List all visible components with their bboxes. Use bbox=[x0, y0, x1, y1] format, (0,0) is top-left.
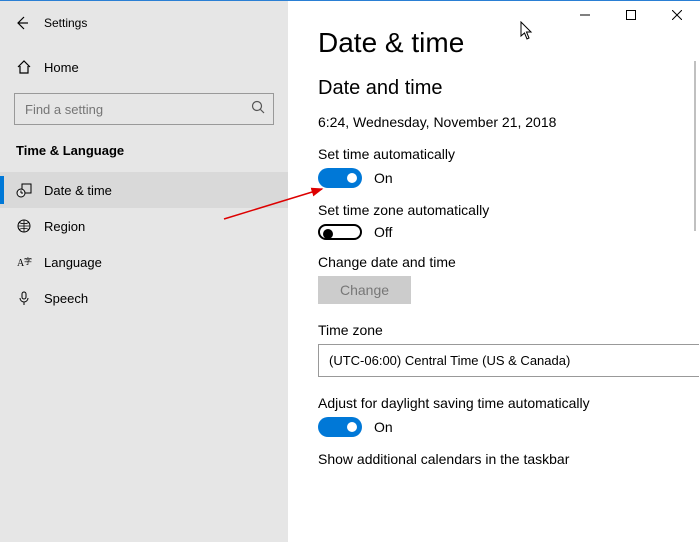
search-icon bbox=[251, 100, 265, 119]
set-time-auto-toggle[interactable] bbox=[318, 168, 362, 188]
svg-text:字: 字 bbox=[24, 256, 32, 266]
sidebar-category: Time & Language bbox=[0, 129, 288, 172]
timezone-value: (UTC-06:00) Central Time (US & Canada) bbox=[329, 353, 570, 368]
page-title: Date & time bbox=[318, 27, 700, 59]
sidebar-item-label: Region bbox=[44, 219, 85, 234]
window-controls bbox=[562, 1, 700, 29]
date-time-icon bbox=[16, 182, 44, 198]
change-date-time-label: Change date and time bbox=[318, 254, 700, 270]
set-tz-auto-toggle[interactable] bbox=[318, 224, 362, 240]
additional-calendars-label: Show additional calendars in the taskbar bbox=[318, 451, 700, 467]
set-tz-auto-label: Set time zone automatically bbox=[318, 202, 700, 218]
microphone-icon bbox=[16, 290, 44, 306]
main-content: Date & time Date and time 6:24, Wednesda… bbox=[288, 1, 700, 542]
close-button[interactable] bbox=[654, 1, 700, 29]
search-box[interactable] bbox=[14, 93, 274, 125]
home-icon bbox=[16, 59, 44, 75]
dst-label: Adjust for daylight saving time automati… bbox=[318, 395, 700, 411]
minimize-button[interactable] bbox=[562, 1, 608, 29]
timezone-label: Time zone bbox=[318, 322, 700, 338]
sidebar: Settings Home Time & Language Date & bbox=[0, 1, 288, 542]
set-time-auto-label: Set time automatically bbox=[318, 146, 700, 162]
sidebar-item-speech[interactable]: Speech bbox=[0, 280, 288, 316]
sidebar-item-region[interactable]: Region bbox=[0, 208, 288, 244]
language-icon: A字 bbox=[16, 254, 44, 270]
section-heading: Date and time bbox=[318, 77, 700, 100]
change-button: Change bbox=[318, 276, 411, 304]
dst-toggle[interactable] bbox=[318, 417, 362, 437]
back-button[interactable] bbox=[0, 15, 44, 31]
search-input[interactable] bbox=[23, 101, 251, 118]
sidebar-item-language[interactable]: A字 Language bbox=[0, 244, 288, 280]
sidebar-item-label: Language bbox=[44, 255, 102, 270]
sidebar-home[interactable]: Home bbox=[0, 49, 288, 85]
set-time-auto-state: On bbox=[374, 170, 393, 186]
window-title: Settings bbox=[44, 16, 87, 30]
current-datetime: 6:24, Wednesday, November 21, 2018 bbox=[318, 114, 700, 130]
sidebar-item-label: Date & time bbox=[44, 183, 112, 198]
sidebar-home-label: Home bbox=[44, 60, 79, 75]
dst-state: On bbox=[374, 419, 393, 435]
sidebar-item-date-time[interactable]: Date & time bbox=[0, 172, 288, 208]
maximize-button[interactable] bbox=[608, 1, 654, 29]
scrollbar[interactable] bbox=[694, 61, 696, 231]
sidebar-item-label: Speech bbox=[44, 291, 88, 306]
timezone-select[interactable]: (UTC-06:00) Central Time (US & Canada) bbox=[318, 344, 699, 377]
globe-icon bbox=[16, 218, 44, 234]
set-tz-auto-state: Off bbox=[374, 224, 392, 240]
